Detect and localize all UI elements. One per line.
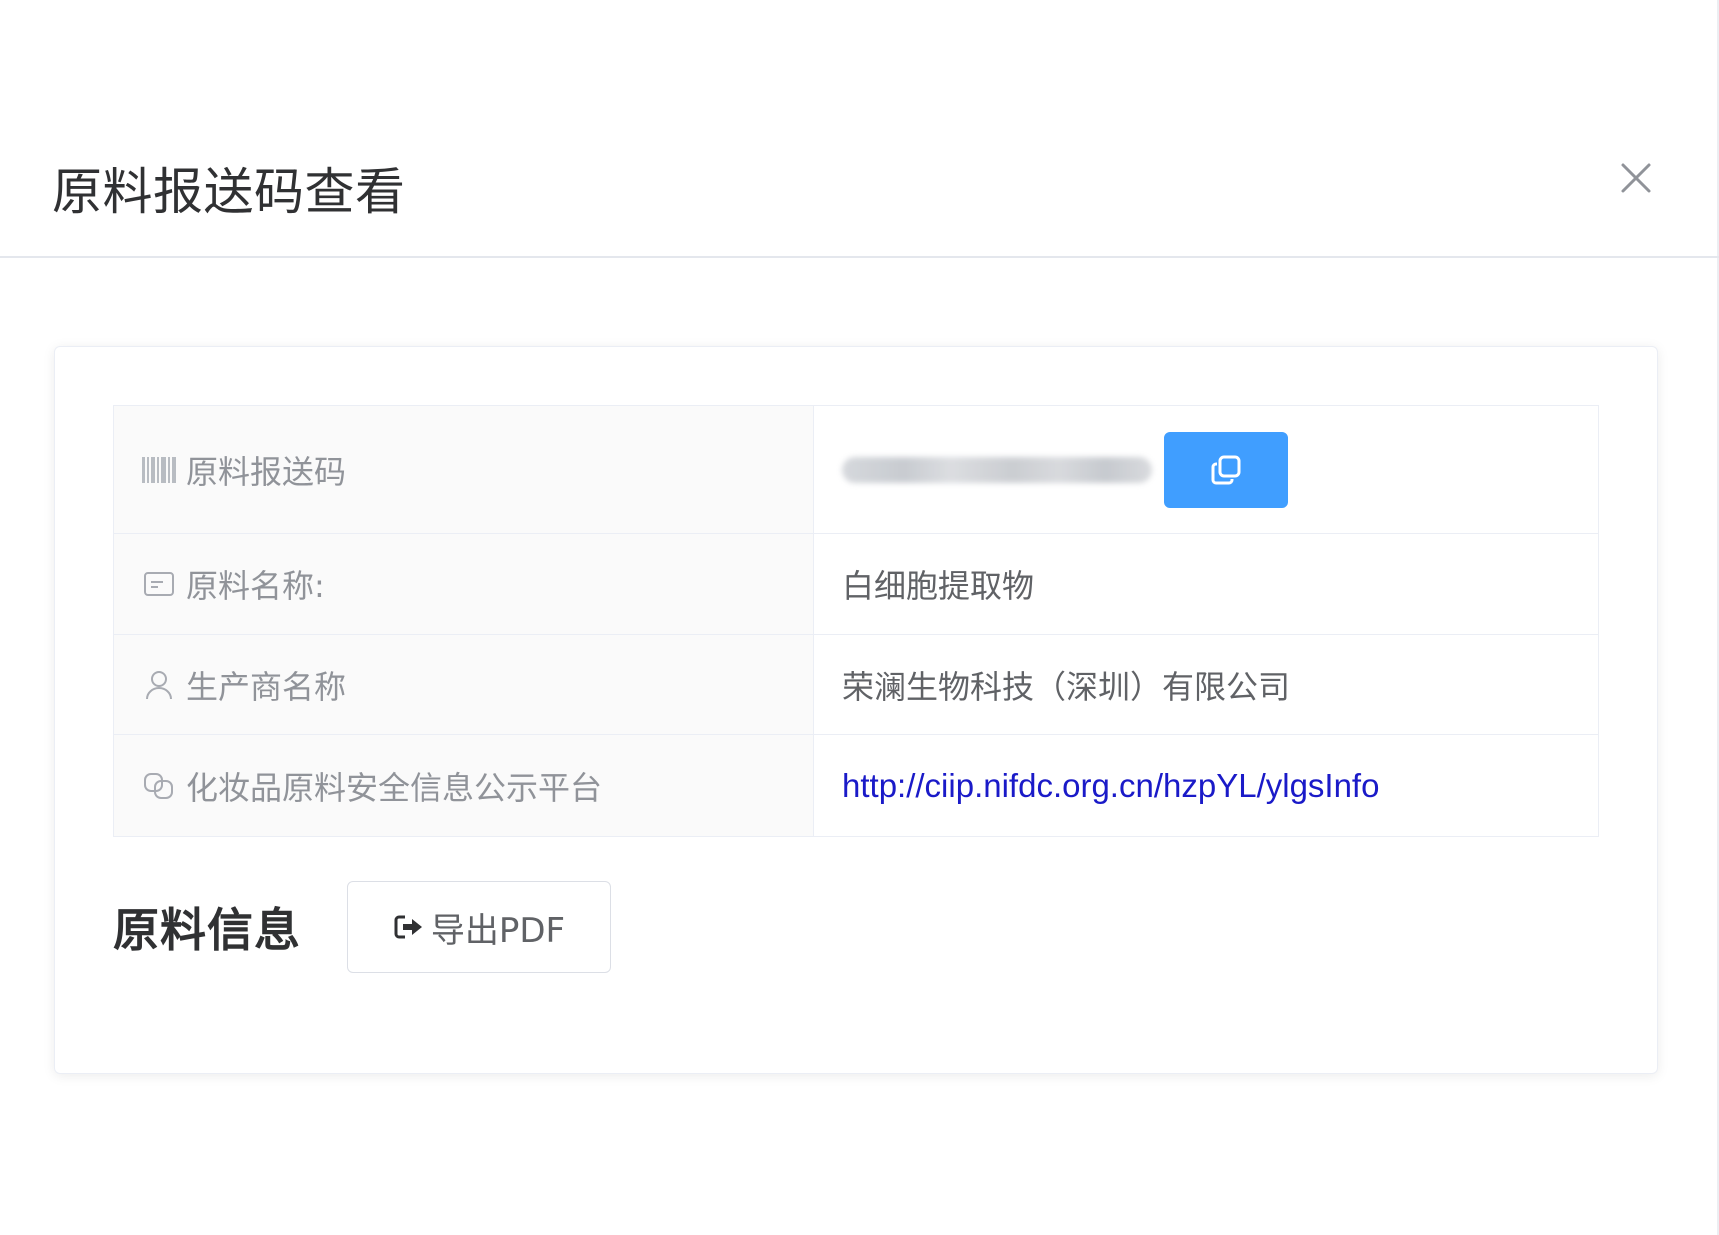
copy-icon: [1211, 455, 1241, 484]
export-pdf-label: 导出PDF: [430, 910, 566, 951]
user-icon: [142, 668, 176, 702]
manufacturer-label: 生产商名称: [186, 667, 347, 706]
section-title: 原料信息: [113, 903, 301, 957]
info-card: 原料报送码 原料名称: 白细胞提取物 生产商名称 荣澜生物科技（深圳）有限公司 …: [54, 346, 1658, 1074]
manufacturer-value-cell: 荣澜生物科技（深圳）有限公司: [813, 634, 1599, 735]
name-value-cell: 白细胞提取物: [813, 533, 1599, 635]
manufacturer-name: 荣澜生物科技（深圳）有限公司: [842, 667, 1291, 706]
platform-value-cell: http://ciip.nifdc.org.cn/hzpYL/ylgsInfo: [813, 734, 1599, 837]
section-row: 原料信息 导出PDF: [113, 881, 611, 973]
manufacturer-label-cell: 生产商名称: [113, 634, 814, 735]
close-icon: [1621, 163, 1651, 193]
export-icon: [394, 915, 422, 939]
export-pdf-button[interactable]: 导出PDF: [347, 881, 611, 973]
platform-link[interactable]: http://ciip.nifdc.org.cn/hzpYL/ylgsInfo: [842, 767, 1379, 804]
card-icon: [142, 567, 176, 601]
barcode-icon: [142, 453, 176, 487]
code-label: 原料报送码: [186, 452, 347, 491]
material-name: 白细胞提取物: [842, 567, 1035, 605]
name-label-cell: 原料名称:: [113, 533, 814, 635]
table-row-code: 原料报送码: [113, 405, 1599, 534]
redacted-code: [842, 456, 1152, 483]
platform-label-cell: 化妆品原料安全信息公示平台: [113, 734, 814, 837]
platform-label: 化妆品原料安全信息公示平台: [186, 768, 603, 807]
dialog-title: 原料报送码查看: [52, 163, 406, 221]
link-icon: [142, 769, 176, 803]
info-table: 原料报送码 原料名称: 白细胞提取物 生产商名称 荣澜生物科技（深圳）有限公司 …: [113, 405, 1599, 837]
code-value-cell: [813, 405, 1599, 534]
copy-button[interactable]: [1164, 431, 1288, 508]
page: 原料报送码查看 原料报送码 原料名称: 白细胞提取物 生产商名称 荣澜生物科技（…: [0, 0, 1719, 1235]
name-label: 原料名称:: [186, 567, 325, 605]
table-row-manufacturer: 生产商名称 荣澜生物科技（深圳）有限公司: [113, 634, 1599, 735]
close-button[interactable]: [1614, 156, 1658, 200]
table-row-name: 原料名称: 白细胞提取物: [113, 533, 1599, 635]
table-row-platform: 化妆品原料安全信息公示平台 http://ciip.nifdc.org.cn/h…: [113, 734, 1599, 837]
dialog-header: 原料报送码查看: [0, 120, 1719, 258]
code-label-cell: 原料报送码: [113, 405, 814, 534]
